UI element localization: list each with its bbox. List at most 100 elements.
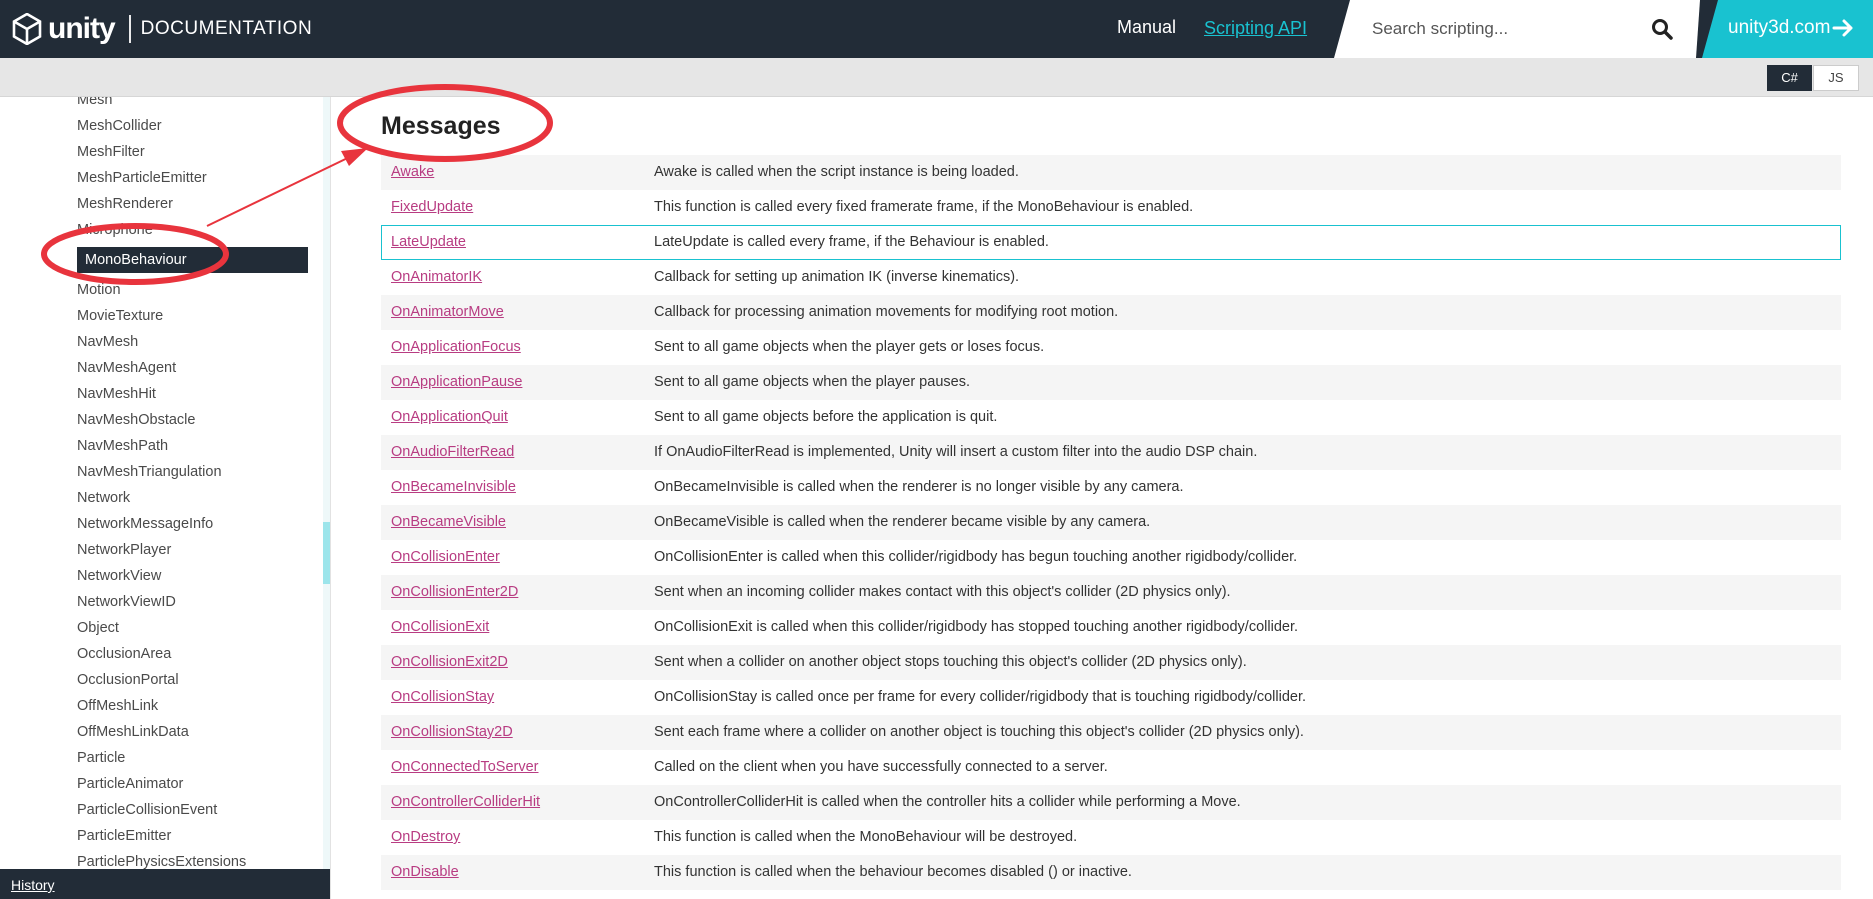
message-description: Awake is called when the script instance… [654,164,1019,180]
sidebar-item[interactable]: Mesh [77,97,308,113]
search-icon[interactable] [1650,17,1674,41]
message-description: Sent to all game objects when the player… [654,339,1045,355]
message-link[interactable]: OnAudioFilterRead [391,444,514,460]
sidebar-item[interactable]: Microphone [77,217,308,243]
nav-scripting-api-link[interactable]: Scripting API [1204,18,1307,39]
nav-manual-link[interactable]: Manual [1117,17,1176,38]
message-description: OnBecameVisible is called when the rende… [654,514,1151,530]
language-bar: C# JS [0,58,1873,97]
section-title: DOCUMENTATION [140,18,313,39]
sidebar-item[interactable]: ParticleEmitter [77,823,308,849]
message-description: Sent when a collider on another object s… [654,654,1247,670]
message-link[interactable]: OnCollisionStay [391,689,494,705]
sidebar-item[interactable]: Network [77,485,308,511]
message-link[interactable]: OnCollisionExit [391,619,489,635]
sidebar-item[interactable]: NavMeshObstacle [77,407,308,433]
message-description: LateUpdate is called every frame, if the… [654,234,1049,250]
message-description: Sent to all game objects before the appl… [654,409,998,425]
annotation-arrow-head [341,148,368,166]
arrow-right-icon [1832,19,1853,37]
table-row: OnConnectedToServer Called on the client … [381,750,1841,785]
lang-js-toggle[interactable]: JS [1813,65,1859,91]
sidebar-item[interactable]: OffMeshLink [77,693,308,719]
sidebar-item[interactable]: OcclusionPortal [77,667,308,693]
sidebar-item[interactable]: NetworkViewID [77,589,308,615]
section-heading: Messages [381,112,501,140]
message-link[interactable]: Awake [391,164,434,180]
message-link[interactable]: OnAnimatorIK [391,269,482,285]
table-row: OnCollisionEnter2D Sent when an incoming … [381,575,1841,610]
unity-logo[interactable]: unity DOCUMENTATION [12,9,312,49]
message-description: This function is called every fixed fram… [654,199,1194,215]
message-link[interactable]: OnDisable [391,864,459,880]
sidebar-item[interactable]: ParticleAnimator [77,771,308,797]
message-description: OnCollisionExit is called when this coll… [654,619,1299,635]
class-sidebar: Mesh MeshCollider MeshFilter MeshParticleEm… [0,97,323,869]
sidebar-item[interactable]: NavMeshHit [77,381,308,407]
table-row: OnCollisionExit OnCollisionExit is called… [381,610,1841,645]
sidebar-item[interactable]: Object [77,615,308,641]
table-row: Awake Awake is called when the script ins… [381,155,1841,190]
message-link[interactable]: OnCollisionStay2D [391,724,513,740]
table-row: OnControllerColliderHit OnControllerColli… [381,785,1841,820]
sidebar-scrollbar[interactable] [323,97,330,899]
table-row: OnAnimatorIK Callback for setting up anim… [381,260,1841,295]
sidebar-item[interactable]: NavMeshTriangulation [77,459,308,485]
sidebar-item[interactable]: MeshParticleEmitter [77,165,308,191]
message-link[interactable]: OnConnectedToServer [391,759,539,775]
table-row: OnBecameInvisible OnBecameInvisible is ca… [381,470,1841,505]
message-link[interactable]: OnCollisionExit2D [391,654,508,670]
message-link[interactable]: OnDestroy [391,829,460,845]
sidebar-item[interactable]: MeshFilter [77,139,308,165]
message-link[interactable]: OnCollisionEnter [391,549,500,565]
message-description: OnControllerColliderHit is called when t… [654,794,1241,810]
sidebar-item[interactable]: MovieTexture [77,303,308,329]
table-row: OnDisable This function is called when th… [381,855,1841,890]
table-row: OnBecameVisible OnBecameVisible is called… [381,505,1841,540]
message-link[interactable]: OnBecameVisible [391,514,506,530]
message-description: Sent when an incoming collider makes con… [654,584,1231,600]
table-row: OnApplicationFocus Sent to all game objec… [381,330,1841,365]
message-link[interactable]: OnCollisionEnter2D [391,584,518,600]
message-description: Called on the client when you have succe… [654,759,1108,775]
message-link[interactable]: FixedUpdate [391,199,473,215]
sidebar-item[interactable]: Particle [77,745,308,771]
message-link[interactable]: OnAnimatorMove [391,304,504,320]
sidebar-item[interactable]: NavMeshPath [77,433,308,459]
sidebar-item[interactable]: NetworkPlayer [77,537,308,563]
sidebar-item[interactable]: NetworkMessageInfo [77,511,308,537]
message-link[interactable]: OnBecameInvisible [391,479,516,495]
table-row: OnCollisionEnter OnCollisionEnter is call… [381,540,1841,575]
history-link[interactable]: History [11,877,55,893]
sidebar-item[interactable]: ParticlePhysicsExtensions [77,849,308,869]
message-description: Sent each frame where a collider on anot… [654,724,1304,740]
table-row: OnAnimatorMove Callback for processing an… [381,295,1841,330]
sidebar-item[interactable]: OcclusionArea [77,641,308,667]
message-description: Callback for setting up animation IK (in… [654,269,1020,285]
message-link[interactable]: OnApplicationPause [391,374,522,390]
message-link[interactable]: LateUpdate [391,234,466,250]
table-row: OnApplicationQuit Sent to all game object… [381,400,1841,435]
sidebar-item[interactable]: NetworkView [77,563,308,589]
unity3d-site-link[interactable]: unity3d.com [1702,0,1873,58]
search-input[interactable] [1370,14,1644,44]
sidebar-item[interactable]: OffMeshLinkData [77,719,308,745]
sidebar-item[interactable]: Motion [77,277,308,303]
message-link[interactable]: OnApplicationQuit [391,409,508,425]
table-row: LateUpdate LateUpdate is called every fra… [381,225,1841,260]
message-link[interactable]: OnApplicationFocus [391,339,521,355]
message-description: OnBecameInvisible is called when the ren… [654,479,1184,495]
sidebar-scrollbar-thumb[interactable] [323,522,330,584]
sidebar-item[interactable]: NavMesh [77,329,308,355]
sidebar-divider [330,97,331,899]
lang-csharp-toggle[interactable]: C# [1767,65,1812,91]
top-navbar: unity DOCUMENTATION Manual Scripting API… [0,0,1873,58]
history-bar: History [0,869,330,899]
sidebar-item[interactable]: MeshCollider [77,113,308,139]
table-row: OnCollisionExit2D Sent when a collider on… [381,645,1841,680]
sidebar-item-active[interactable]: MonoBehaviour [77,247,308,273]
message-link[interactable]: OnControllerColliderHit [391,794,540,810]
sidebar-item[interactable]: NavMeshAgent [77,355,308,381]
sidebar-item[interactable]: MeshRenderer [77,191,308,217]
sidebar-item[interactable]: ParticleCollisionEvent [77,797,308,823]
